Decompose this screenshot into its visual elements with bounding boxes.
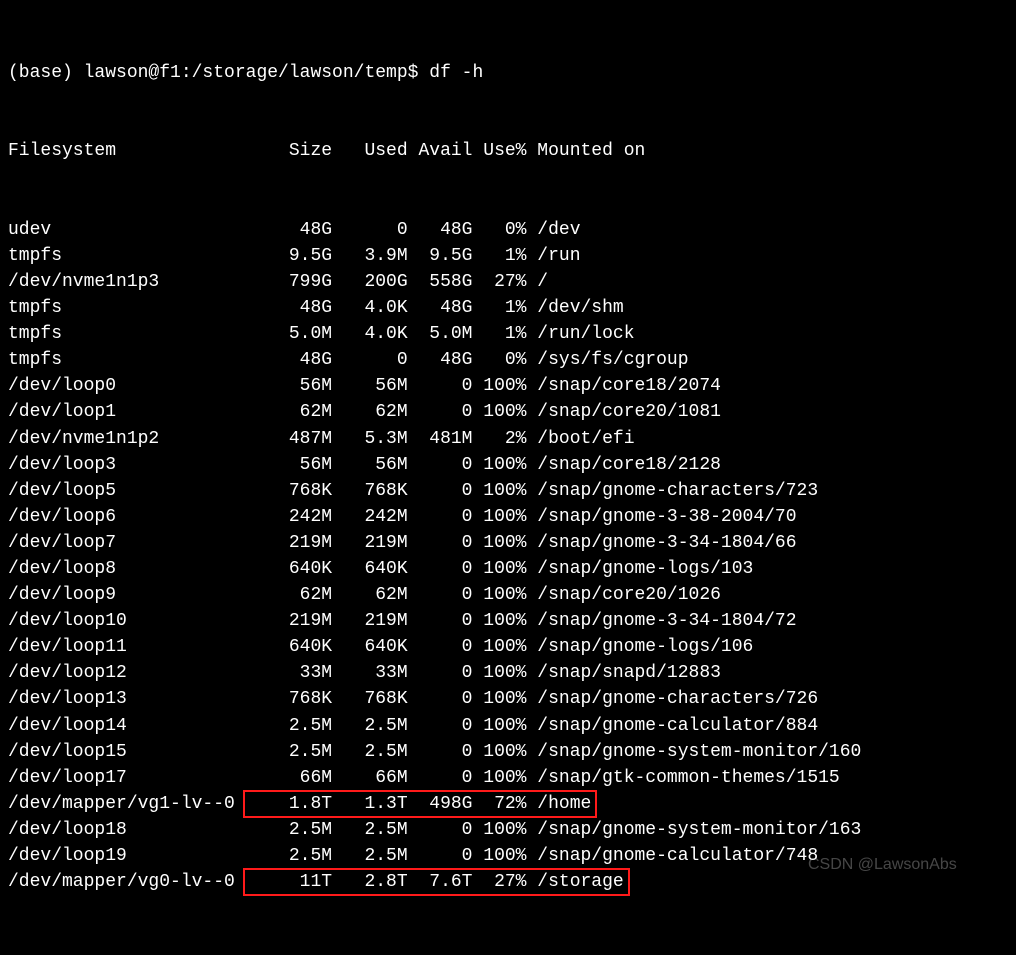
df-row: /dev/loop3 56M 56M 0 100% /snap/core18/2…	[8, 452, 1008, 478]
df-row: tmpfs 5.0M 4.0K 5.0M 1% /run/lock	[8, 321, 1008, 347]
df-row: /dev/loop1 62M 62M 0 100% /snap/core20/1…	[8, 399, 1008, 425]
df-row: /dev/loop6 242M 242M 0 100% /snap/gnome-…	[8, 504, 1008, 530]
df-row: /dev/mapper/vg1-lv--0 1.8T 1.3T 498G 72%…	[8, 791, 1008, 817]
df-row: /dev/loop9 62M 62M 0 100% /snap/core20/1…	[8, 582, 1008, 608]
df-row: /dev/nvme1n1p2 487M 5.3M 481M 2% /boot/e…	[8, 426, 1008, 452]
df-row: /dev/loop8 640K 640K 0 100% /snap/gnome-…	[8, 556, 1008, 582]
watermark: CSDN @LawsonAbs	[808, 853, 957, 876]
df-row: /dev/loop12 33M 33M 0 100% /snap/snapd/1…	[8, 660, 1008, 686]
df-row: /dev/loop0 56M 56M 0 100% /snap/core18/2…	[8, 373, 1008, 399]
df-row: /dev/nvme1n1p3 799G 200G 558G 27% /	[8, 269, 1008, 295]
df-row: /dev/loop15 2.5M 2.5M 0 100% /snap/gnome…	[8, 739, 1008, 765]
df-rows: udev 48G 0 48G 0% /devtmpfs 9.5G 3.9M 9.…	[8, 217, 1008, 895]
df-row: /dev/loop5 768K 768K 0 100% /snap/gnome-…	[8, 478, 1008, 504]
df-row: /dev/loop10 219M 219M 0 100% /snap/gnome…	[8, 608, 1008, 634]
terminal[interactable]: (base) lawson@f1:/storage/lawson/temp$ d…	[8, 8, 1008, 947]
df-row: /dev/loop14 2.5M 2.5M 0 100% /snap/gnome…	[8, 713, 1008, 739]
prompt-text: (base) lawson@f1:/storage/lawson/temp$ d…	[8, 63, 483, 83]
df-row: /dev/loop13 768K 768K 0 100% /snap/gnome…	[8, 686, 1008, 712]
df-row: /dev/loop17 66M 66M 0 100% /snap/gtk-com…	[8, 765, 1008, 791]
df-row: tmpfs 48G 4.0K 48G 1% /dev/shm	[8, 295, 1008, 321]
prompt-line: (base) lawson@f1:/storage/lawson/temp$ d…	[8, 60, 1008, 86]
df-row: /dev/loop11 640K 640K 0 100% /snap/gnome…	[8, 634, 1008, 660]
df-row: udev 48G 0 48G 0% /dev	[8, 217, 1008, 243]
df-row: /dev/loop7 219M 219M 0 100% /snap/gnome-…	[8, 530, 1008, 556]
df-row: /dev/loop18 2.5M 2.5M 0 100% /snap/gnome…	[8, 817, 1008, 843]
df-header: Filesystem Size Used Avail Use% Mounted …	[8, 138, 1008, 164]
df-row: tmpfs 48G 0 48G 0% /sys/fs/cgroup	[8, 347, 1008, 373]
df-row: tmpfs 9.5G 3.9M 9.5G 1% /run	[8, 243, 1008, 269]
